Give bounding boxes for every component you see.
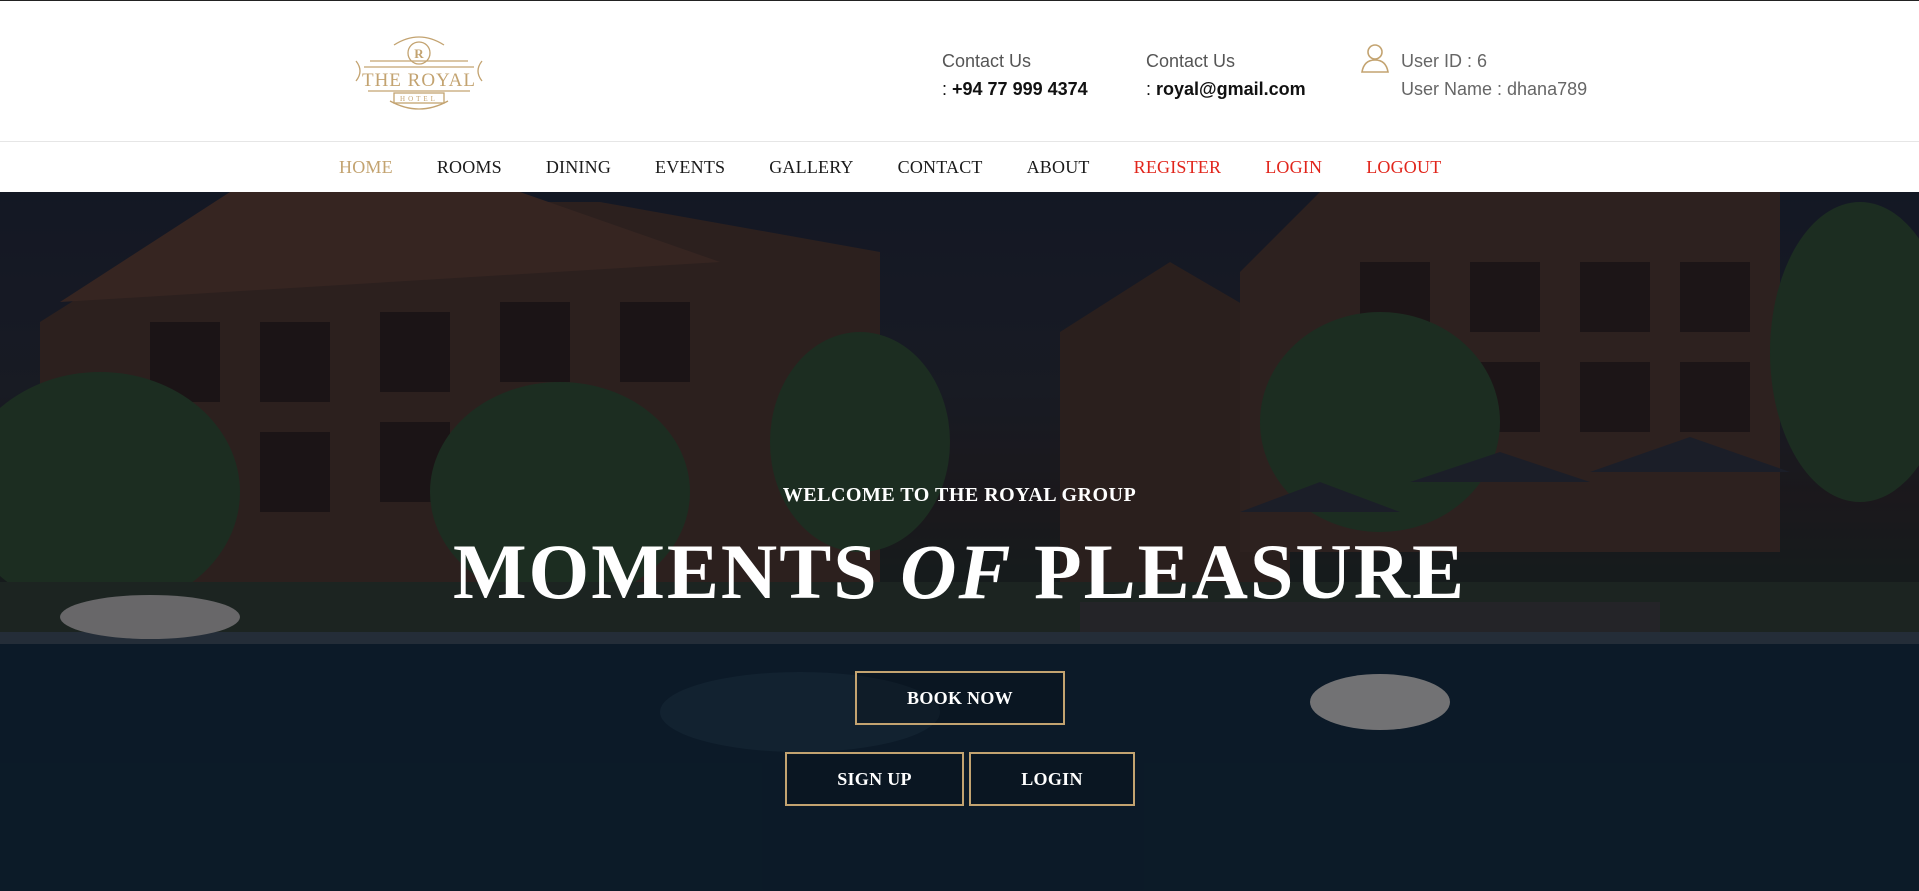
nav-register[interactable]: REGISTER xyxy=(1134,157,1222,178)
nav-rooms[interactable]: ROOMS xyxy=(437,157,502,178)
svg-text:HOTEL: HOTEL xyxy=(400,95,438,103)
nav-contact[interactable]: CONTACT xyxy=(898,157,983,178)
hotel-logo[interactable]: R THE ROYAL HOTEL xyxy=(350,31,488,113)
main-nav: HOME ROOMS DINING EVENTS GALLERY CONTACT… xyxy=(0,141,1919,192)
nav-about[interactable]: ABOUT xyxy=(1027,157,1090,178)
user-icon xyxy=(1361,44,1389,73)
user-name: User Name : dhana789 xyxy=(1401,79,1588,99)
welcome-text: WELCOME TO THE ROYAL GROUP xyxy=(782,484,1137,506)
nav-dining[interactable]: DINING xyxy=(546,157,611,178)
svg-text:R: R xyxy=(414,46,424,61)
hero-banner: WELCOME TO THE ROYAL GROUP MOMENTS OF PL… xyxy=(0,192,1919,891)
royal-crest-icon: R THE ROYAL HOTEL xyxy=(355,36,483,110)
contact-email-label: Contact Us xyxy=(1146,51,1236,71)
email-address[interactable]: royal@gmail.com xyxy=(1156,79,1306,99)
nav-login[interactable]: LOGIN xyxy=(1265,157,1322,178)
contact-email: Contact Us : royal@gmail.com xyxy=(1146,47,1306,103)
nav-home[interactable]: HOME xyxy=(339,157,393,178)
book-now-button[interactable]: BOOK NOW xyxy=(855,671,1065,725)
contact-phone: Contact Us : +94 77 999 4374 xyxy=(942,47,1088,103)
top-header: R THE ROYAL HOTEL Contact Us : +94 77 99… xyxy=(0,0,1919,141)
svg-text:THE ROYAL: THE ROYAL xyxy=(362,70,476,91)
user-id: User ID : 6 xyxy=(1401,51,1488,71)
hero-headline: MOMENTS OF PLEASURE xyxy=(452,528,1467,615)
phone-number[interactable]: +94 77 999 4374 xyxy=(952,79,1088,99)
sign-up-button[interactable]: SIGN UP xyxy=(785,752,964,806)
nav-events[interactable]: EVENTS xyxy=(655,157,725,178)
nav-logout[interactable]: LOGOUT xyxy=(1366,157,1441,178)
nav-gallery[interactable]: GALLERY xyxy=(769,157,853,178)
contact-phone-label: Contact Us xyxy=(942,51,1032,71)
user-info: User ID : 6 User Name : dhana789 xyxy=(1401,47,1587,103)
hero-login-button[interactable]: LOGIN xyxy=(969,752,1135,806)
